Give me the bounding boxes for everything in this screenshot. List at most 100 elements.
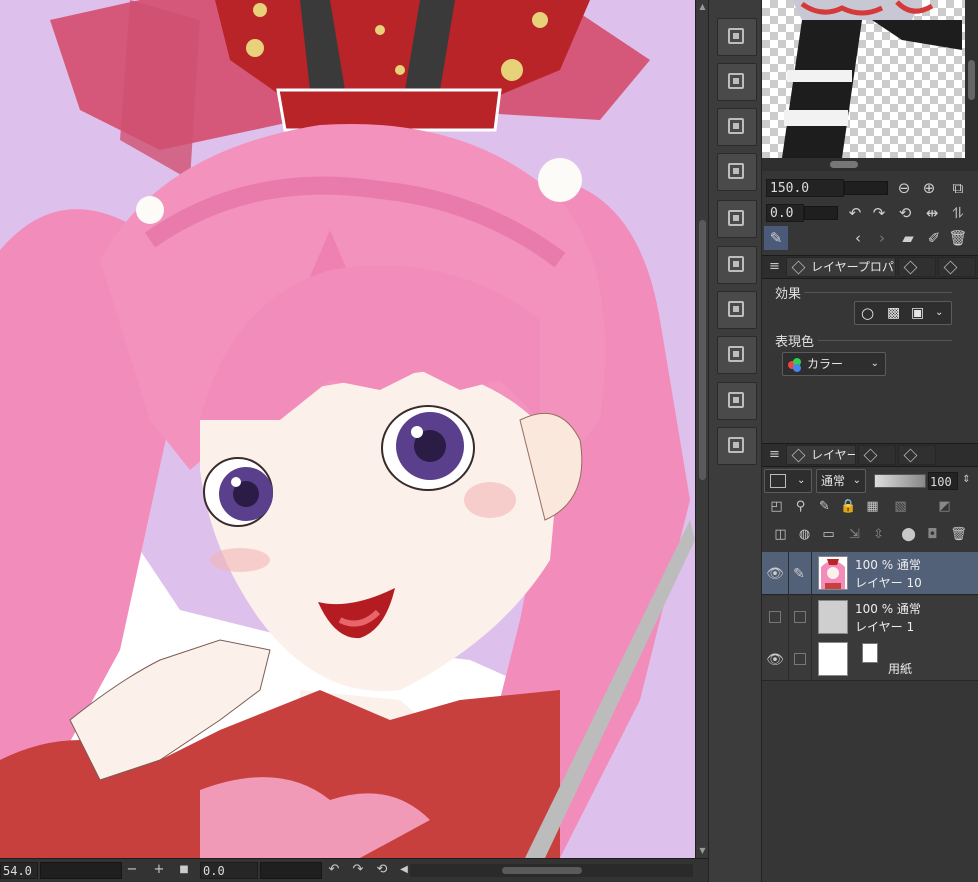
eye-icon[interactable]: 👁 [766,565,784,583]
draft-layer-icon[interactable]: ✎ [816,498,833,515]
layer-grid-icon [728,346,744,362]
new-raster-layer-icon[interactable]: ◫ [772,526,789,543]
panel-menu-icon[interactable]: ≡ [766,258,783,275]
delete-layer-icon[interactable]: 🗑 [950,526,967,543]
eye-icon[interactable]: 👁 [766,651,784,669]
tab-layer-label: レイヤー [811,448,856,462]
navigator-zoom-slider[interactable] [844,181,888,195]
new-folder-icon[interactable]: ▭ [820,526,837,543]
scrollbar-thumb[interactable] [502,867,582,874]
effect-label: 効果 [775,287,802,302]
layer-thumbnail [818,642,848,676]
panel-menu-icon[interactable]: ≡ [766,446,783,463]
navigator-zoom-field[interactable]: 150.0 [766,179,844,197]
expression-color-select[interactable]: カラー ⌄ [782,352,886,376]
layer-color-select[interactable]: ⌄ [764,469,812,493]
layer-transform-button[interactable] [717,200,757,238]
layer-grid-button[interactable] [717,336,757,374]
minus-circle-icon[interactable]: ⊖ [894,178,914,198]
chevron-down-icon: ⌄ [797,475,806,486]
edit-icon[interactable]: ✐ [924,228,944,248]
ruler-icon[interactable]: ◩ [936,498,953,515]
layer-tone-button[interactable] [717,153,757,191]
scroll-up-arrow-icon[interactable]: ▲ [698,2,707,12]
zoom-in-button[interactable]: + [151,861,167,879]
pen-edit-icon[interactable]: ✎ [790,565,808,583]
chevron-right-icon[interactable]: › [872,228,892,248]
stop-square-icon[interactable]: ■ [176,861,192,879]
lock-layer-icon[interactable]: 🔒 [840,498,857,515]
layer-reference-button[interactable] [717,427,757,465]
layer-new-button[interactable] [717,63,757,101]
layer-clear-button[interactable] [717,108,757,146]
visibility-checkbox[interactable] [769,611,781,623]
rotate-left-icon[interactable]: ↶ [845,203,865,223]
opacity-stepper-icon[interactable]: ⇕ [958,471,975,488]
folder-open-icon[interactable]: ▰ [898,228,918,248]
zoom-slider[interactable] [40,862,122,879]
zoom-out-button[interactable]: − [124,861,140,879]
reset-rotation-icon[interactable]: ⟲ [895,203,915,223]
sub-tool-icon [943,260,958,275]
tab-history[interactable] [858,445,896,465]
layer-row[interactable]: 100 % 通常 レイヤー 1 [762,596,978,639]
trash-icon[interactable]: 🗑 [948,228,968,248]
layer-frame-button[interactable] [717,246,757,284]
rotate-left-icon[interactable]: ↶ [326,861,342,879]
reset-rotation-icon[interactable]: ⟲ [374,861,390,879]
layer-blend-info: 100 % 通常 [855,558,921,572]
chevron-left-icon[interactable]: ‹ [848,228,868,248]
flip-vertical-icon[interactable]: ⥮ [948,203,968,223]
tab-tertiary[interactable] [938,257,976,277]
scrollbar-thumb[interactable] [830,161,858,168]
rotate-right-icon[interactable]: ↷ [350,861,366,879]
layer-row[interactable]: 👁 ✎ 100 % 通常 レイヤー 10 [762,552,978,595]
merge-down-icon[interactable]: ⇳ [870,526,887,543]
chevron-down-icon[interactable]: ⌄ [935,302,943,324]
scrollbar-thumb[interactable] [699,220,706,480]
navigator-preview[interactable] [762,0,965,158]
scroll-down-arrow-icon[interactable]: ▼ [698,846,707,856]
navigator-vertical-scrollbar[interactable] [965,0,978,158]
blend-mode-select[interactable]: 通常 ⌄ [816,469,866,493]
tab-animation[interactable] [898,445,936,465]
canvas-horizontal-scrollbar[interactable] [410,864,693,877]
clip-to-layer-below-icon[interactable]: ◰ [768,498,785,515]
create-mask-icon[interactable]: ⬤ [900,526,917,543]
effect-buttons[interactable]: ○ ▩ ▣ ⌄ [854,301,952,325]
transfer-down-icon[interactable]: ⇲ [846,526,863,543]
layer-clip-button[interactable] [717,382,757,420]
edit-checkbox[interactable] [794,611,806,623]
flip-horizontal-icon[interactable]: ⇹ [922,203,942,223]
angle-value-field[interactable]: 0.0 [200,862,258,879]
scrollbar-thumb[interactable] [968,60,975,100]
eyedropper-icon[interactable]: ✎ [764,226,788,250]
reference-layer-icon[interactable]: ⚲ [792,498,809,515]
plus-circle-icon[interactable]: ⊕ [919,178,939,198]
navigator-horizontal-scrollbar[interactable] [762,158,978,171]
apply-mask-icon[interactable]: ◘ [924,526,941,543]
tab-layer-property[interactable]: レイヤープロパテ [786,257,896,277]
drawing-canvas[interactable] [0,0,695,858]
border-effect-icon[interactable]: ○ [861,302,874,324]
navigator-angle-field[interactable]: 0.0 [766,204,804,222]
layer-delete-button[interactable] [717,18,757,56]
zoom-value-field[interactable]: 54.0 [0,862,38,879]
rotate-right-icon[interactable]: ↷ [869,203,889,223]
new-vector-layer-icon[interactable]: ◍ [796,526,813,543]
layer-new-raster-button[interactable] [717,291,757,329]
tab-secondary[interactable] [898,257,936,277]
lock-transparency-icon[interactable]: ▦ [864,498,881,515]
fit-window-icon[interactable]: ⧉ [948,178,968,198]
layer-color-effect-icon[interactable]: ▣ [911,302,924,324]
opacity-field[interactable]: 100 [928,472,958,490]
layer-row[interactable]: 👁 用紙 [762,638,978,681]
angle-slider[interactable] [260,862,322,879]
canvas-vertical-scrollbar[interactable]: ▲ ▼ [695,0,708,858]
mask-enable-icon[interactable]: ▧ [892,498,909,515]
edit-checkbox[interactable] [794,653,806,665]
tab-layer[interactable]: レイヤー [786,445,856,465]
opacity-slider[interactable] [874,474,926,488]
navigator-angle-slider[interactable] [804,206,838,220]
tone-effect-icon[interactable]: ▩ [887,302,900,324]
